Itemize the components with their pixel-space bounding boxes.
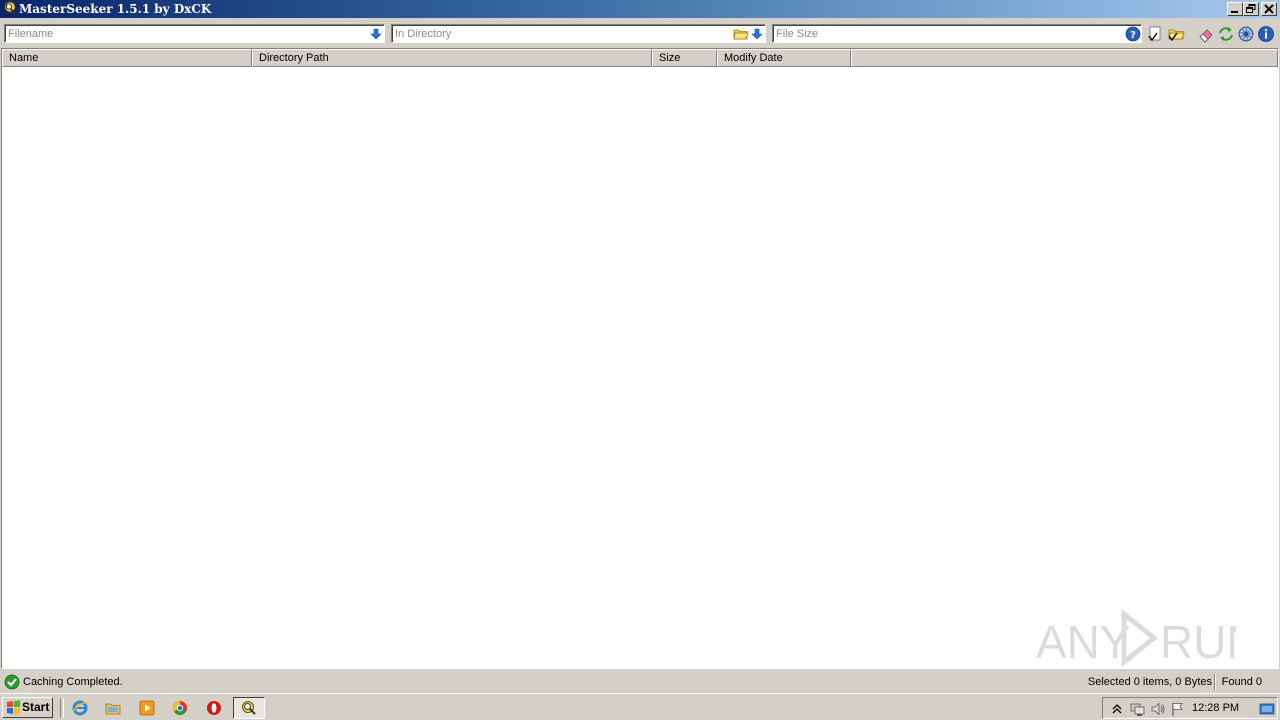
chrome-icon[interactable] — [169, 698, 191, 718]
minimize-button[interactable] — [1227, 2, 1243, 16]
select-files-icon[interactable] — [1147, 25, 1165, 43]
eraser-icon[interactable] — [1197, 25, 1215, 43]
window-title: MasterSeeker 1.5.1 by DxCK — [19, 2, 212, 16]
info-icon[interactable] — [1257, 25, 1275, 43]
app-window: MasterSeeker 1.5.1 by DxCK Filename In D… — [0, 0, 1280, 693]
column-header: Name Directory Path Size Modify Date — [2, 49, 1278, 67]
close-button[interactable] — [1261, 2, 1277, 16]
taskbar-task-masterseeker[interactable] — [233, 697, 265, 719]
results-list[interactable]: Name Directory Path Size Modify Date — [1, 48, 1279, 669]
found-count: Found 0 — [1221, 676, 1262, 688]
column-filler — [851, 49, 1278, 67]
watermark-text-right: RUN — [1160, 616, 1236, 668]
status-message: Caching Completed. — [23, 676, 123, 688]
chevron-up-icon[interactable] — [1109, 701, 1125, 717]
volume-icon[interactable] — [1150, 701, 1166, 717]
internet-explorer-icon[interactable] — [69, 698, 91, 718]
watermark-text-left: ANY — [1036, 616, 1131, 668]
svg-text:?: ? — [1130, 30, 1136, 41]
refresh-icon[interactable] — [1217, 25, 1235, 43]
settings-gear-icon[interactable] — [1237, 25, 1255, 43]
masterseeker-icon — [242, 701, 256, 715]
filesize-field[interactable]: ? — [772, 24, 1142, 43]
directory-field[interactable] — [391, 24, 766, 43]
opera-icon[interactable] — [203, 698, 225, 718]
column-directory-path[interactable]: Directory Path — [252, 49, 652, 67]
explorer-icon[interactable] — [102, 698, 124, 718]
column-modify-date[interactable]: Modify Date — [717, 49, 851, 67]
filesize-input[interactable] — [773, 25, 1141, 42]
media-player-icon[interactable] — [136, 698, 158, 718]
arrow-down-icon[interactable] — [369, 27, 383, 41]
show-desktop-icon[interactable] — [1259, 701, 1275, 717]
start-button[interactable]: Start — [2, 697, 53, 718]
column-name[interactable]: Name — [2, 49, 252, 67]
column-size[interactable]: Size — [652, 49, 717, 67]
status-bar: Caching Completed. Selected 0 items, 0 B… — [0, 671, 1280, 693]
restore-button[interactable] — [1243, 2, 1259, 16]
selected-count: Selected 0 items, 0 Bytes — [1087, 676, 1212, 688]
clock[interactable]: 12:28 PM — [1192, 701, 1239, 715]
action-center-flag-icon[interactable] — [1170, 701, 1186, 717]
windows-flag-icon — [7, 700, 20, 715]
taskbar: Start 12:28 PM — [0, 693, 1280, 720]
help-icon[interactable]: ? — [1125, 26, 1141, 42]
app-magnifier-icon — [4, 1, 16, 15]
filename-field[interactable] — [4, 24, 385, 43]
anyrun-watermark: ANY RUN — [1036, 608, 1236, 668]
filename-input[interactable] — [5, 25, 384, 42]
search-toolbar: ? — [0, 20, 1280, 46]
arrow-down-icon[interactable] — [750, 27, 764, 41]
status-divider — [1214, 674, 1216, 690]
taskbar-divider — [60, 698, 64, 718]
directory-input[interactable] — [392, 25, 765, 42]
system-tray: 12:28 PM — [1102, 697, 1278, 719]
check-circle-icon — [4, 674, 20, 690]
folder-open-icon[interactable] — [733, 27, 749, 41]
title-bar[interactable]: MasterSeeker 1.5.1 by DxCK — [0, 0, 1280, 18]
select-folders-icon[interactable] — [1167, 25, 1185, 43]
network-icon[interactable] — [1129, 701, 1145, 717]
start-label: Start — [22, 700, 50, 714]
